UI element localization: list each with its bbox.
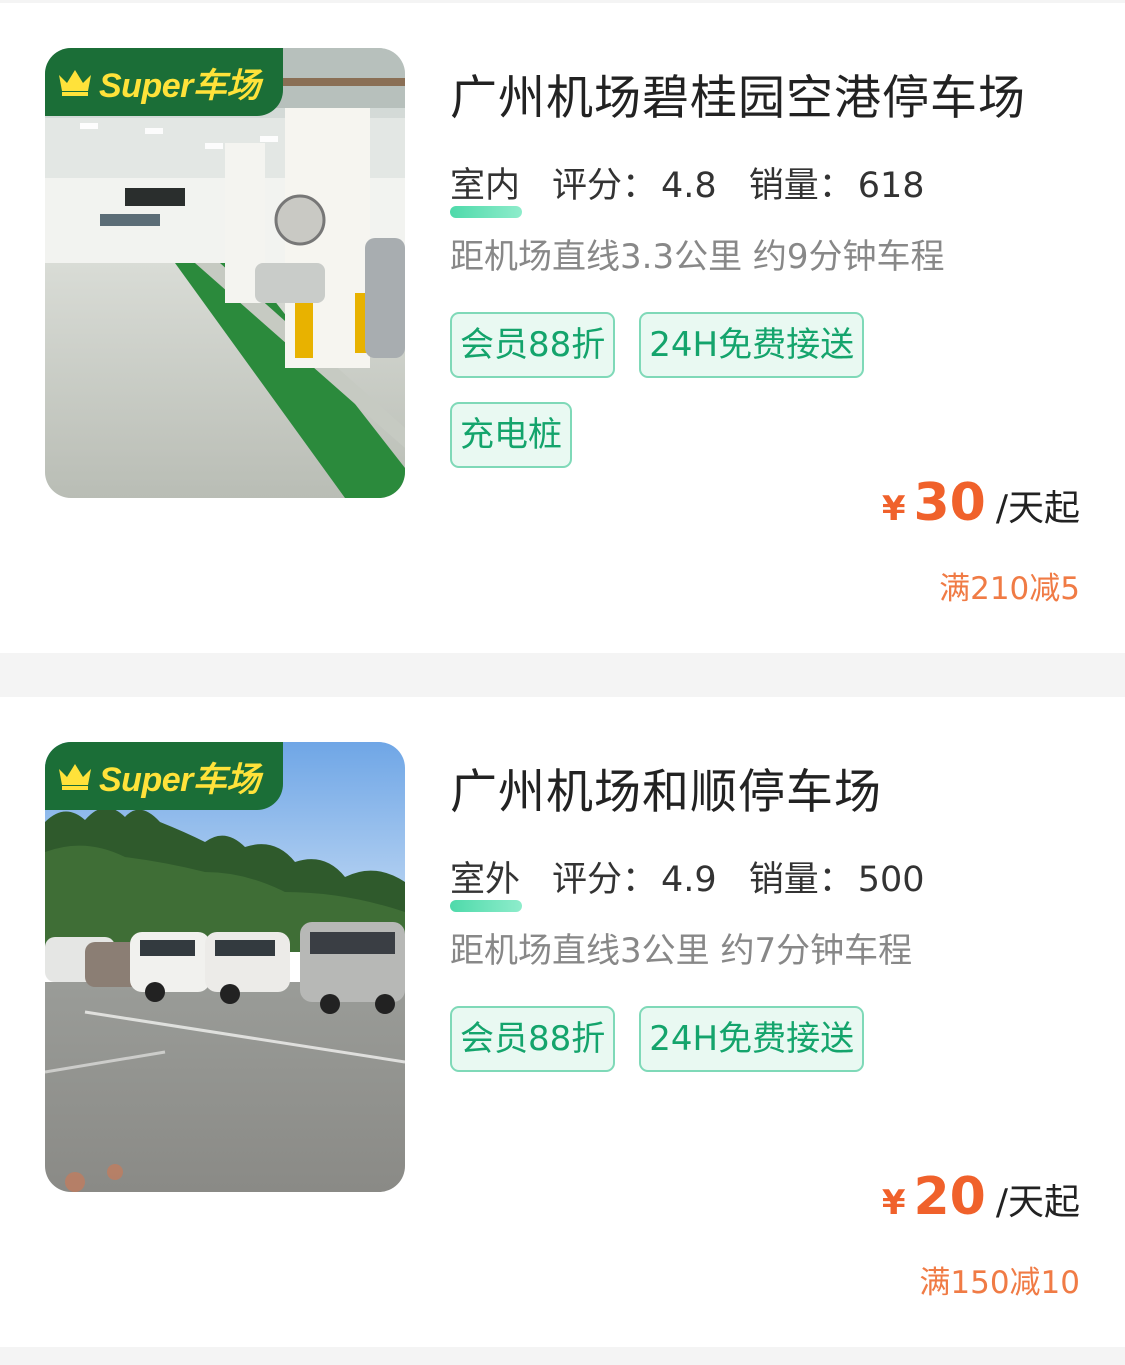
crown-icon xyxy=(59,764,91,790)
crown-icon xyxy=(59,70,91,96)
distance-info: 距机场直线3公里 约7分钟车程 xyxy=(450,931,913,971)
discount-promo: 满210减5 xyxy=(939,571,1080,607)
feature-tags: 会员88折 24H免费接送 充电桩 xyxy=(450,312,910,492)
currency-symbol: ¥ xyxy=(881,1183,906,1223)
parking-photo: Super车场 xyxy=(45,742,405,1192)
parking-listing-card[interactable]: Super车场 广州机场碧桂园空港停车场 室内 评分： 4.8 销量： 618 距机… xyxy=(0,3,1125,653)
badge-label: Super车场 xyxy=(99,66,260,105)
sales-count: 销量： 500 xyxy=(748,860,925,900)
tag-shuttle: 24H免费接送 xyxy=(639,312,865,378)
super-badge: Super车场 xyxy=(45,48,283,116)
rating: 评分： 4.8 xyxy=(552,166,717,206)
feature-tags: 会员88折 24H免费接送 xyxy=(450,1006,910,1096)
environment-underline xyxy=(450,206,522,218)
rating: 评分： 4.9 xyxy=(552,860,717,900)
tag-shuttle: 24H免费接送 xyxy=(639,1006,865,1072)
parking-meta: 室内 评分： 4.8 销量： 618 xyxy=(450,157,925,218)
discount-promo: 满150减10 xyxy=(919,1265,1080,1301)
price: ¥ 20 /天起 xyxy=(882,1167,1080,1227)
badge-label: Super车场 xyxy=(99,760,260,799)
price-unit: /天起 xyxy=(995,488,1080,529)
environment-underline xyxy=(450,900,522,912)
super-badge: Super车场 xyxy=(45,742,283,810)
price: ¥ 30 /天起 xyxy=(882,473,1080,533)
tag-member-discount: 会员88折 xyxy=(450,1006,616,1072)
price-unit: /天起 xyxy=(995,1182,1080,1223)
currency-symbol: ¥ xyxy=(881,489,906,529)
environment-label: 室外 xyxy=(450,851,522,912)
tag-charging: 充电桩 xyxy=(450,402,572,468)
environment-label: 室内 xyxy=(450,157,522,218)
parking-meta: 室外 评分： 4.9 销量： 500 xyxy=(450,851,925,912)
parking-photo: Super车场 xyxy=(45,48,405,498)
sales-count: 销量： 618 xyxy=(748,166,925,206)
parking-listing-card[interactable]: Super车场 广州机场和顺停车场 室外 评分： 4.9 销量： 500 距机场直线… xyxy=(0,697,1125,1347)
parking-name[interactable]: 广州机场和顺停车场 xyxy=(450,753,882,822)
price-amount: 20 xyxy=(913,1167,986,1227)
price-amount: 30 xyxy=(913,473,986,533)
distance-info: 距机场直线3.3公里 约9分钟车程 xyxy=(450,237,945,277)
tag-member-discount: 会员88折 xyxy=(450,312,616,378)
card-separator xyxy=(0,653,1125,697)
parking-name[interactable]: 广州机场碧桂园空港停车场 xyxy=(450,59,1026,128)
bottom-spacer xyxy=(0,1347,1125,1365)
